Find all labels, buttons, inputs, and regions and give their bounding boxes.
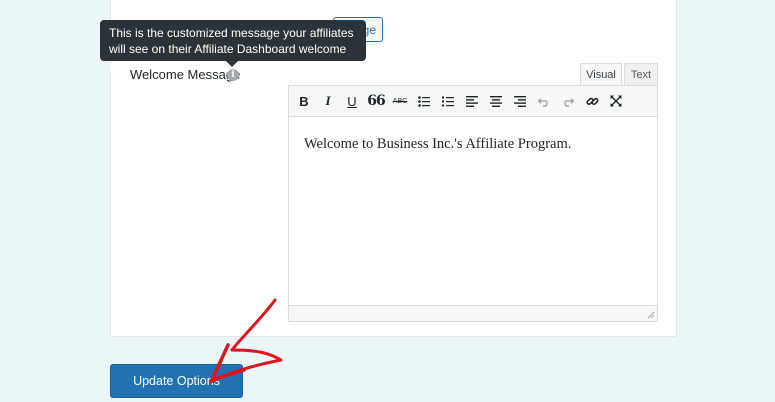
info-icon[interactable]: i — [227, 69, 239, 81]
align-left-icon[interactable] — [461, 90, 483, 112]
welcome-message-label: Welcome Message — [130, 67, 241, 82]
italic-icon[interactable]: I — [317, 90, 339, 112]
align-right-icon[interactable] — [509, 90, 531, 112]
update-options-button[interactable]: Update Options — [110, 364, 243, 398]
strikethrough-icon[interactable]: ABC — [389, 90, 411, 112]
editor-text: Welcome to Business Inc.'s Affiliate Pro… — [304, 136, 572, 152]
blockquote-icon[interactable]: 66 — [365, 90, 387, 112]
link-icon[interactable] — [581, 90, 603, 112]
redo-icon[interactable] — [557, 90, 579, 112]
resize-handle-icon[interactable] — [646, 310, 655, 319]
align-center-icon[interactable] — [485, 90, 507, 112]
editor-statusbar — [289, 305, 657, 321]
underline-icon[interactable]: U — [341, 90, 363, 112]
editor-content[interactable]: Welcome to Business Inc.'s Affiliate Pro… — [289, 118, 657, 306]
tab-text[interactable]: Text — [624, 63, 658, 86]
welcome-message-editor: B I U 66 ABC Welcome to Business Inc.'s … — [288, 85, 658, 322]
tab-text-label: Text — [630, 69, 652, 81]
bullet-list-icon[interactable] — [413, 90, 435, 112]
bold-icon[interactable]: B — [293, 90, 315, 112]
numbered-list-icon[interactable] — [437, 90, 459, 112]
fullscreen-icon[interactable] — [605, 90, 627, 112]
undo-icon[interactable] — [533, 90, 555, 112]
editor-toolbar: B I U 66 ABC — [289, 86, 657, 117]
help-tooltip: This is the customized message your affi… — [100, 20, 366, 72]
tab-visual-label: Visual — [586, 69, 616, 81]
tab-visual[interactable]: Visual — [580, 63, 622, 86]
update-options-label: Update Options — [133, 374, 220, 388]
